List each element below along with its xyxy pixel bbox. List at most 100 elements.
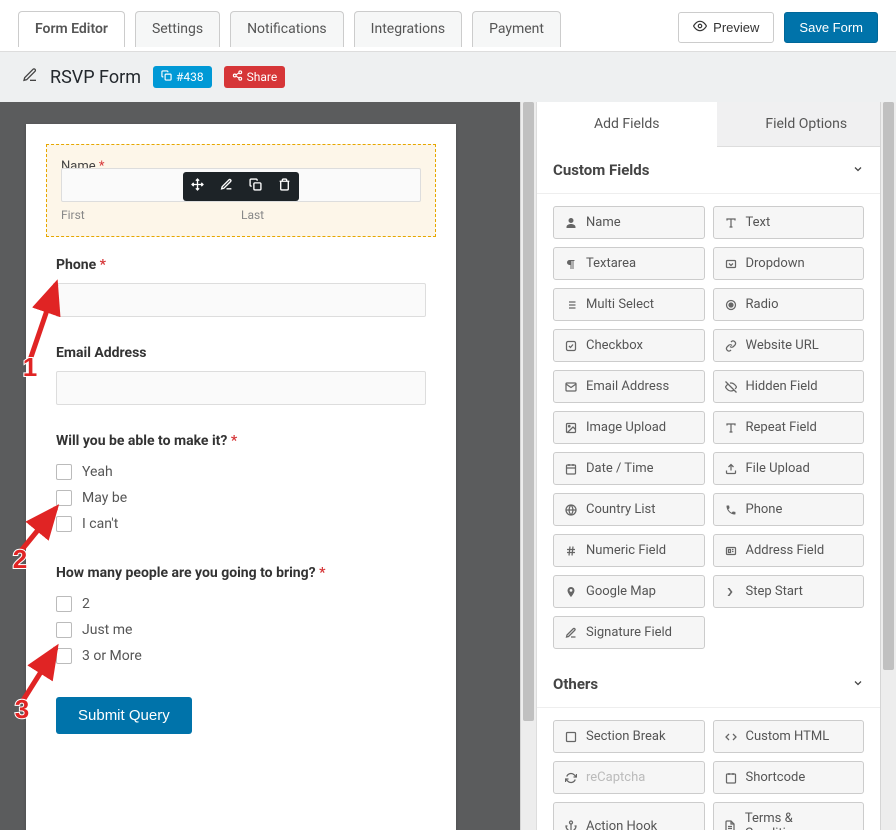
pencil-icon [22,67,38,87]
count-option[interactable]: Just me [56,617,426,643]
phone-input[interactable] [56,283,426,317]
field-chip-repeat-field[interactable]: Repeat Field [713,411,865,444]
form-title-row: RSVP Form #438 Share [0,52,896,102]
last-sublabel: Last [241,208,421,222]
section-header[interactable]: Others [537,661,880,708]
field-chip-shortcode[interactable]: Shortcode [713,761,865,794]
field-chip-terms-conditions[interactable]: Terms & Conditions [713,802,865,830]
field-chip-google-map[interactable]: Google Map [553,575,705,608]
field-chip-dropdown[interactable]: Dropdown [713,247,865,280]
panel-scrollbar[interactable] [880,102,896,830]
field-chip-hidden-field[interactable]: Hidden Field [713,370,865,403]
checkbox-icon [56,490,72,506]
chip-label: Email Address [586,379,669,394]
field-chip-date-time[interactable]: Date / Time [553,452,705,485]
panel-tab-field-options[interactable]: Field Options [717,102,896,147]
count-option[interactable]: 3 or More [56,643,426,669]
option-label: Just me [82,622,132,638]
eye-icon [693,19,707,36]
field-chip-address-field[interactable]: Address Field [713,534,865,567]
check-icon [564,340,578,352]
field-block-count[interactable]: How many people are you going to bring? … [56,565,426,669]
share-label: Share [247,70,278,84]
email-input[interactable] [56,371,426,405]
main-tabs: Form Editor Settings Notifications Integ… [18,10,561,46]
field-chip-numeric-field[interactable]: Numeric Field [553,534,705,567]
phone-icon [724,504,738,516]
count-option[interactable]: 2 [56,591,426,617]
field-chip-email-address[interactable]: Email Address [553,370,705,403]
section-title: Custom Fields [553,161,649,179]
chip-label: File Upload [746,461,810,476]
option-label: 3 or More [82,648,142,664]
move-icon[interactable] [191,178,204,195]
submit-button[interactable]: Submit Query [56,697,192,734]
attend-option[interactable]: May be [56,485,426,511]
duplicate-icon[interactable] [249,178,262,195]
image-icon [564,422,578,434]
form-id-badge[interactable]: #438 [153,66,212,88]
section-header[interactable]: Custom Fields [537,147,880,194]
tab-payment[interactable]: Payment [472,11,561,47]
chip-label: Website URL [746,338,819,353]
field-block-attend[interactable]: Will you be able to make it? * Yeah May … [56,433,426,537]
field-block-name[interactable]: Name * First Last [46,144,436,237]
field-chip-radio[interactable]: Radio [713,288,865,321]
field-chip-custom-html[interactable]: Custom HTML [713,720,865,753]
field-chip-website-url[interactable]: Website URL [713,329,865,362]
chip-label: Section Break [586,729,666,744]
field-chip-phone[interactable]: Phone [713,493,865,526]
chip-label: Step Start [746,584,803,599]
form-canvas: Name * First Last [26,124,456,830]
step-icon [724,586,738,598]
field-chip-file-upload[interactable]: File Upload [713,452,865,485]
chip-label: Shortcode [746,770,806,785]
panel-tab-add-fields[interactable]: Add Fields [537,102,717,147]
captcha-icon [564,772,578,784]
tab-integrations[interactable]: Integrations [354,11,462,47]
field-chip-checkbox[interactable]: Checkbox [553,329,705,362]
field-block-email[interactable]: Email Address [56,345,426,405]
globe-icon [564,504,578,516]
form-canvas-area[interactable]: Name * First Last [0,102,536,830]
phone-label: Phone * [56,257,426,273]
field-block-phone[interactable]: Phone * [56,257,426,317]
chip-label: Repeat Field [746,420,817,435]
chip-label: Checkbox [586,338,643,353]
tab-form-editor[interactable]: Form Editor [18,11,125,47]
tab-settings[interactable]: Settings [135,11,220,47]
field-chip-name[interactable]: Name [553,206,705,239]
field-chip-textarea[interactable]: Textarea [553,247,705,280]
attend-option[interactable]: Yeah [56,459,426,485]
addr-icon [724,545,738,557]
field-chip-section-break[interactable]: Section Break [553,720,705,753]
share-button[interactable]: Share [224,66,286,88]
form-id-text: #438 [176,70,204,84]
trash-icon[interactable] [278,178,291,195]
field-chip-step-start[interactable]: Step Start [713,575,865,608]
user-icon [564,217,578,229]
eyeoff-icon [724,381,738,393]
attend-option[interactable]: I can't [56,511,426,537]
chip-label: Hidden Field [746,379,818,394]
chip-label: Dropdown [746,256,805,271]
link-icon [724,340,738,352]
field-chip-text[interactable]: Text [713,206,865,239]
tab-notifications[interactable]: Notifications [230,11,344,47]
break-icon [564,731,578,743]
copy-icon [161,70,172,84]
field-chip-image-upload[interactable]: Image Upload [553,411,705,444]
chevron-down-icon [852,675,864,693]
canvas-scrollbar[interactable] [520,102,536,830]
save-form-button[interactable]: Save Form [784,12,878,43]
preview-button[interactable]: Preview [678,12,774,43]
field-chip-country-list[interactable]: Country List [553,493,705,526]
field-action-toolbar [183,172,299,201]
chip-label: Numeric Field [586,543,666,558]
form-title[interactable]: RSVP Form [50,67,141,88]
field-chip-multi-select[interactable]: Multi Select [553,288,705,321]
field-chip-signature-field[interactable]: Signature Field [553,616,705,649]
checkbox-icon [56,596,72,612]
field-chip-action-hook[interactable]: Action Hook [553,802,705,830]
edit-icon[interactable] [220,178,233,195]
